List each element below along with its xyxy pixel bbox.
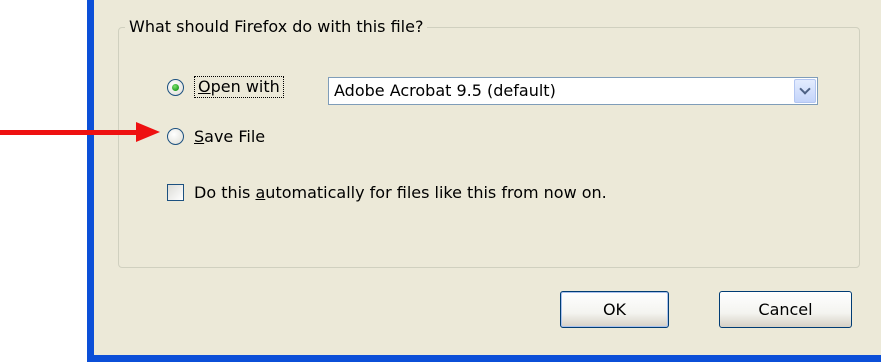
save-file-label-rest: ave File (204, 127, 266, 146)
auto-label-after: utomatically for files like this from no… (265, 183, 607, 202)
auto-checkbox-label[interactable]: Do this automatically for files like thi… (194, 183, 607, 202)
application-select[interactable]: Adobe Acrobat 9.5 (default) (328, 77, 818, 105)
open-with-radio[interactable] (167, 78, 184, 96)
save-file-mnemonic: S (194, 127, 205, 146)
open-with-label-rest: pen with (210, 77, 280, 96)
open-with-option[interactable]: Open with (167, 76, 296, 98)
auto-label-before: Do this (194, 183, 256, 202)
save-file-label[interactable]: Save File (194, 127, 265, 146)
dropdown-button[interactable] (794, 79, 816, 103)
red-arrow-icon (0, 130, 140, 135)
group-legend: What should Firefox do with this file? (129, 17, 424, 36)
radio-selected-dot (172, 83, 179, 91)
ok-button[interactable]: OK (560, 291, 669, 328)
application-select-value: Adobe Acrobat 9.5 (default) (334, 81, 556, 100)
open-with-mnemonic: O (198, 77, 211, 96)
save-file-option[interactable]: Save File (167, 127, 265, 146)
save-file-radio[interactable] (167, 128, 184, 145)
auto-checkbox[interactable] (167, 184, 184, 201)
auto-label-mnemonic: a (255, 183, 266, 202)
cancel-button[interactable]: Cancel (719, 291, 852, 328)
red-arrow-head-icon (136, 122, 160, 142)
auto-option[interactable]: Do this automatically for files like thi… (167, 183, 607, 202)
download-dialog: What should Firefox do with this file? O… (94, 0, 881, 355)
chevron-down-icon (799, 83, 811, 95)
open-with-label[interactable]: Open with (194, 76, 284, 98)
